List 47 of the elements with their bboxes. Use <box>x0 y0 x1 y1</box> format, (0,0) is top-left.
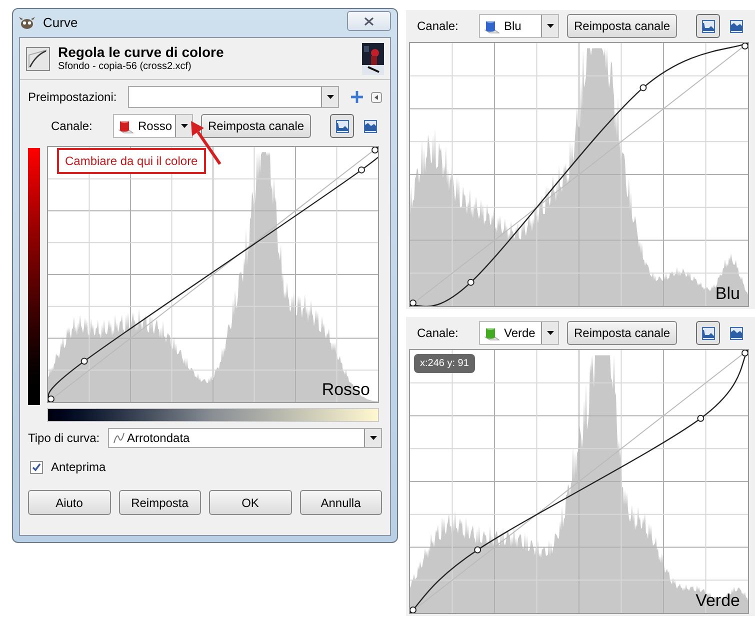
channel-dropdown[interactable]: Verde <box>479 321 559 345</box>
channel-icon <box>484 18 500 34</box>
reset-channel-button[interactable]: Reimposta canale <box>201 114 312 138</box>
channel-name-label: Verde <box>696 592 740 609</box>
reset-channel-button[interactable]: Reimposta canale <box>567 14 678 38</box>
dropdown-arrow-icon <box>370 436 376 440</box>
close-icon <box>364 16 374 26</box>
app-icon <box>19 16 35 30</box>
reset-channel-button[interactable]: Reimposta canale <box>567 321 678 345</box>
dialog-button[interactable]: OK <box>209 490 292 515</box>
channel-icon <box>484 325 500 341</box>
dialog-button[interactable]: Annulla <box>300 490 382 515</box>
log-histogram-icon <box>364 120 376 132</box>
linear-histogram-button[interactable] <box>696 321 720 345</box>
curves-tool-icon <box>26 46 50 70</box>
annotation-callout: Cambiare da qui il colore <box>57 148 206 174</box>
channel-name-label: Blu <box>715 285 740 302</box>
linear-histogram-icon <box>702 326 714 340</box>
presets-label: Preimpostazioni: <box>28 89 118 106</box>
linear-histogram-button[interactable] <box>696 14 720 38</box>
add-icon[interactable] <box>351 91 364 103</box>
channel-name-label: Rosso <box>322 381 370 398</box>
channel-icon <box>118 118 134 134</box>
channel-dropdown[interactable]: Blu <box>479 14 559 38</box>
dialog-button[interactable]: Reimposta <box>118 490 201 515</box>
image-name: Sfondo - copia-56 (cross2.xcf) <box>58 61 192 74</box>
linear-histogram-icon <box>702 20 714 32</box>
preview-checkbox[interactable] <box>30 460 43 474</box>
channel-label: Canale: <box>51 118 94 135</box>
log-histogram-icon <box>730 20 742 32</box>
log-histogram-icon <box>730 326 742 340</box>
coordinates-tooltip: x:246 y: 91 <box>414 354 475 373</box>
dialog-button[interactable]: Aiuto <box>28 490 110 515</box>
dropdown-arrow-icon <box>326 95 334 99</box>
channel-dropdown[interactable]: Rosso <box>113 114 193 138</box>
curve-type-label: Tipo di curva: <box>28 430 101 447</box>
channel-label: Canale: <box>417 325 460 342</box>
linear-histogram-icon <box>336 120 348 132</box>
channel-label: Canale: <box>417 18 460 35</box>
linear-histogram-button[interactable] <box>330 114 354 138</box>
close-button[interactable] <box>347 11 391 31</box>
curve-graph[interactable] <box>48 147 378 402</box>
dialog-heading: Regola le curve di colore <box>58 44 224 61</box>
smooth-curve-icon <box>113 432 125 444</box>
curve-type-dropdown[interactable]: Arrotondata <box>108 428 382 448</box>
window-title: Curve <box>43 14 78 32</box>
preview-label: Anteprima <box>51 459 106 476</box>
